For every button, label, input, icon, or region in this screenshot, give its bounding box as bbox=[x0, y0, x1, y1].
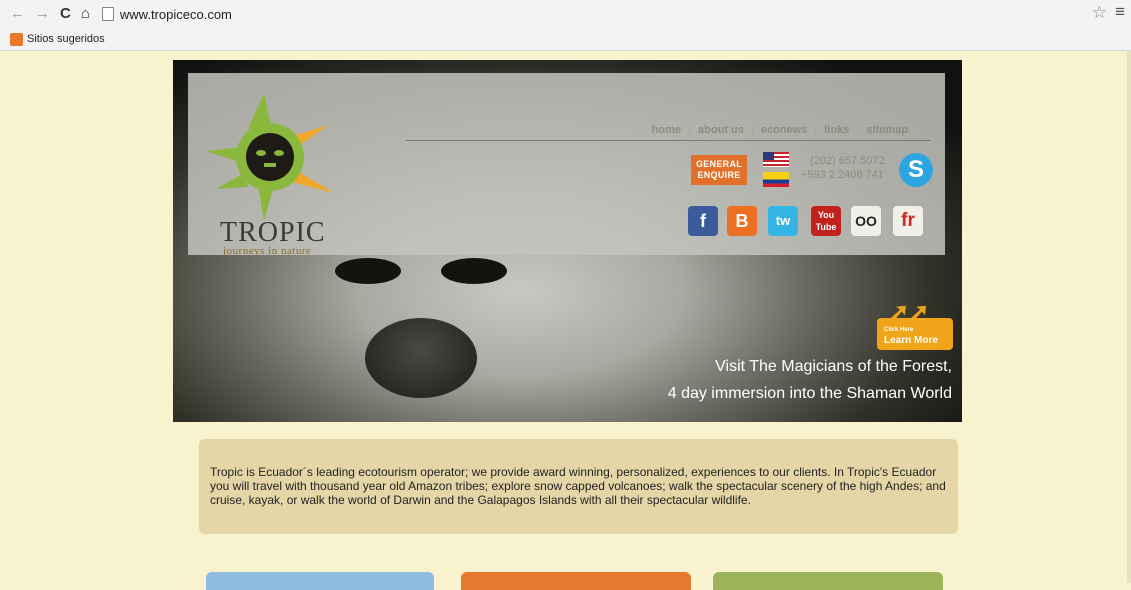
hero-headline: Visit The Magicians of the Forest, bbox=[715, 358, 952, 375]
home-icon[interactable]: ⌂ bbox=[81, 0, 90, 28]
learn-more-button[interactable]: Click Here Learn More bbox=[877, 318, 953, 350]
logo-tagline: journeys in nature bbox=[223, 245, 312, 257]
skype-icon[interactable]: S bbox=[899, 153, 933, 187]
header-overlay: TROPIC journeys in nature home about us … bbox=[188, 73, 945, 257]
address-bar[interactable]: www.tropiceco.com bbox=[101, 6, 232, 22]
intro-box: Tropic is Ecuador´s leading ecotourism o… bbox=[199, 439, 958, 534]
youtube-icon-top: You bbox=[817, 210, 835, 220]
intro-text: Tropic is Ecuador´s leading ecotourism o… bbox=[210, 465, 946, 507]
hero-subheadline: 4 day immersion into the Shaman World bbox=[667, 385, 952, 402]
back-arrow-icon[interactable]: ← bbox=[10, 0, 25, 28]
learn-more-label: Learn More bbox=[884, 335, 938, 346]
bookmark-star-icon[interactable]: ☆ bbox=[1092, 3, 1107, 23]
monkey-eye bbox=[441, 258, 507, 284]
bookmark-sitios-sugeridos[interactable]: Sitios sugeridos bbox=[27, 33, 105, 45]
general-enquire-line-2: ENQUIRE bbox=[697, 170, 741, 180]
url-text: www.tropiceco.com bbox=[119, 6, 232, 22]
scrollbar[interactable] bbox=[1127, 51, 1131, 583]
phone-ecuador: +593 2 2408 741 bbox=[801, 169, 884, 181]
nav-divider bbox=[406, 140, 931, 141]
bookmarks-bar: Sitios sugeridos bbox=[0, 28, 1131, 51]
phone-us: (202) 657 5072 bbox=[810, 155, 885, 167]
general-enquire-line-1: GENERAL bbox=[695, 159, 743, 169]
web-page: TROPIC journeys in nature home about us … bbox=[0, 51, 1131, 590]
learn-more-small-label: Click Here bbox=[884, 327, 914, 333]
nav-home[interactable]: home bbox=[652, 124, 691, 136]
us-flag-icon[interactable] bbox=[763, 152, 789, 167]
ecuador-flag-icon[interactable] bbox=[763, 172, 789, 187]
blogger-icon[interactable]: B bbox=[727, 206, 757, 236]
facebook-icon[interactable]: f bbox=[688, 206, 718, 236]
menu-icon[interactable]: ≡ bbox=[1115, 2, 1125, 22]
youtube-icon[interactable]: You Tube bbox=[811, 206, 841, 236]
page-icon bbox=[101, 7, 114, 21]
fr-icon[interactable]: fr bbox=[893, 206, 923, 236]
reload-icon[interactable]: C bbox=[60, 0, 71, 28]
nav-links[interactable]: links bbox=[816, 124, 859, 136]
tropic-logo-icon[interactable] bbox=[206, 93, 334, 221]
nav-about-us[interactable]: about us bbox=[690, 124, 753, 136]
monkey-eye bbox=[335, 258, 401, 284]
twitter-icon[interactable]: tw bbox=[768, 206, 798, 236]
bookmark-folder-icon bbox=[10, 32, 23, 46]
hero-banner: TROPIC journeys in nature home about us … bbox=[173, 60, 962, 422]
tripadvisor-icon[interactable]: OO bbox=[851, 206, 881, 236]
nav-sitemap[interactable]: sitemap bbox=[858, 124, 917, 136]
youtube-icon-bottom: Tube bbox=[815, 222, 837, 232]
nav-econews[interactable]: econews bbox=[753, 124, 817, 136]
section-tab-green[interactable] bbox=[713, 572, 943, 590]
general-enquire-button[interactable]: GENERAL ENQUIRE bbox=[691, 155, 747, 185]
browser-toolbar: ← → C ⌂ www.tropiceco.com ☆ ≡ bbox=[0, 0, 1131, 28]
forward-arrow-icon[interactable]: → bbox=[35, 0, 50, 28]
main-nav: home about us econews links sitemap bbox=[652, 124, 917, 136]
section-tab-orange[interactable] bbox=[461, 572, 691, 590]
section-tab-blue[interactable] bbox=[206, 572, 434, 590]
monkey-nose bbox=[365, 318, 477, 398]
